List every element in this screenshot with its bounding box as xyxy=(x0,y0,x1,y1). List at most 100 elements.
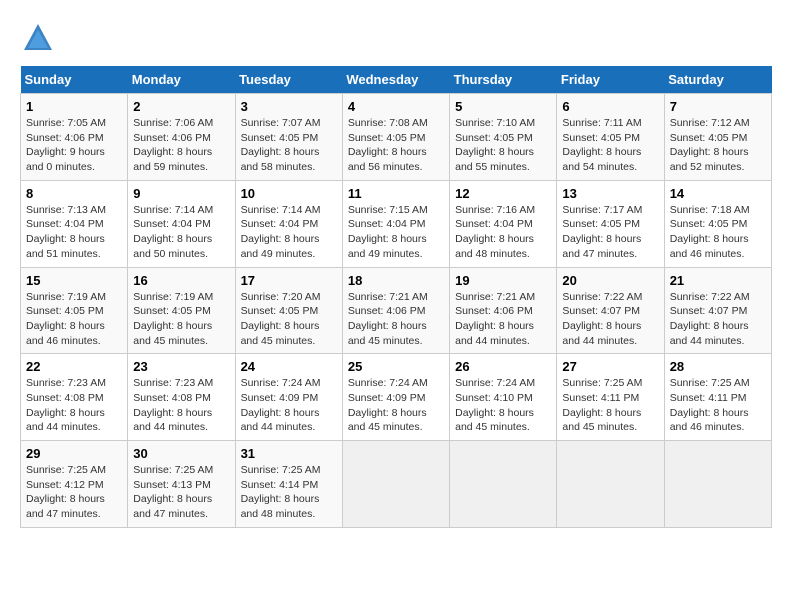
day-detail: Sunrise: 7:25 AM Sunset: 4:11 PM Dayligh… xyxy=(670,376,766,435)
day-detail: Sunrise: 7:17 AM Sunset: 4:05 PM Dayligh… xyxy=(562,203,658,262)
day-detail: Sunrise: 7:06 AM Sunset: 4:06 PM Dayligh… xyxy=(133,116,229,175)
logo-icon xyxy=(20,20,56,56)
day-detail: Sunrise: 7:24 AM Sunset: 4:09 PM Dayligh… xyxy=(241,376,337,435)
day-number: 11 xyxy=(348,186,444,201)
calendar-week-4: 22 Sunrise: 7:23 AM Sunset: 4:08 PM Dayli… xyxy=(21,354,772,441)
col-header-monday: Monday xyxy=(128,66,235,94)
calendar-cell: 26 Sunrise: 7:24 AM Sunset: 4:10 PM Dayli… xyxy=(450,354,557,441)
day-detail: Sunrise: 7:16 AM Sunset: 4:04 PM Dayligh… xyxy=(455,203,551,262)
calendar-cell: 20 Sunrise: 7:22 AM Sunset: 4:07 PM Dayli… xyxy=(557,267,664,354)
calendar-cell: 24 Sunrise: 7:24 AM Sunset: 4:09 PM Dayli… xyxy=(235,354,342,441)
calendar-cell: 30Sunrise: 7:25 AM Sunset: 4:13 PM Dayli… xyxy=(128,441,235,528)
day-number: 31 xyxy=(241,446,337,461)
calendar-cell: 3 Sunrise: 7:07 AM Sunset: 4:05 PM Daylig… xyxy=(235,94,342,181)
day-number: 17 xyxy=(241,273,337,288)
calendar-cell: 27 Sunrise: 7:25 AM Sunset: 4:11 PM Dayli… xyxy=(557,354,664,441)
day-number: 20 xyxy=(562,273,658,288)
calendar-cell: 13 Sunrise: 7:17 AM Sunset: 4:05 PM Dayli… xyxy=(557,180,664,267)
calendar-cell: 23 Sunrise: 7:23 AM Sunset: 4:08 PM Dayli… xyxy=(128,354,235,441)
calendar-week-3: 15 Sunrise: 7:19 AM Sunset: 4:05 PM Dayli… xyxy=(21,267,772,354)
day-detail: Sunrise: 7:14 AM Sunset: 4:04 PM Dayligh… xyxy=(133,203,229,262)
day-detail: Sunrise: 7:22 AM Sunset: 4:07 PM Dayligh… xyxy=(670,290,766,349)
day-detail: Sunrise: 7:11 AM Sunset: 4:05 PM Dayligh… xyxy=(562,116,658,175)
day-detail: Sunrise: 7:14 AM Sunset: 4:04 PM Dayligh… xyxy=(241,203,337,262)
day-detail: Sunrise: 7:05 AM Sunset: 4:06 PM Dayligh… xyxy=(26,116,122,175)
calendar-cell xyxy=(342,441,449,528)
day-detail: Sunrise: 7:21 AM Sunset: 4:06 PM Dayligh… xyxy=(455,290,551,349)
calendar-cell: 10 Sunrise: 7:14 AM Sunset: 4:04 PM Dayli… xyxy=(235,180,342,267)
day-detail: Sunrise: 7:24 AM Sunset: 4:09 PM Dayligh… xyxy=(348,376,444,435)
day-number: 22 xyxy=(26,359,122,374)
calendar-cell: 14Sunrise: 7:18 AM Sunset: 4:05 PM Dayli… xyxy=(664,180,771,267)
day-number: 19 xyxy=(455,273,551,288)
day-number: 8 xyxy=(26,186,122,201)
day-detail: Sunrise: 7:10 AM Sunset: 4:05 PM Dayligh… xyxy=(455,116,551,175)
day-number: 7 xyxy=(670,99,766,114)
calendar-cell: 2 Sunrise: 7:06 AM Sunset: 4:06 PM Daylig… xyxy=(128,94,235,181)
day-detail: Sunrise: 7:25 AM Sunset: 4:12 PM Dayligh… xyxy=(26,463,122,522)
day-number: 4 xyxy=(348,99,444,114)
day-detail: Sunrise: 7:12 AM Sunset: 4:05 PM Dayligh… xyxy=(670,116,766,175)
day-number: 5 xyxy=(455,99,551,114)
calendar-cell: 31 Sunrise: 7:25 AM Sunset: 4:14 PM Dayli… xyxy=(235,441,342,528)
day-detail: Sunrise: 7:21 AM Sunset: 4:06 PM Dayligh… xyxy=(348,290,444,349)
calendar-cell: 1 Sunrise: 7:05 AM Sunset: 4:06 PM Daylig… xyxy=(21,94,128,181)
day-detail: Sunrise: 7:24 AM Sunset: 4:10 PM Dayligh… xyxy=(455,376,551,435)
calendar-cell: 5 Sunrise: 7:10 AM Sunset: 4:05 PM Daylig… xyxy=(450,94,557,181)
day-number: 29 xyxy=(26,446,122,461)
calendar-cell: 18 Sunrise: 7:21 AM Sunset: 4:06 PM Dayli… xyxy=(342,267,449,354)
day-detail: Sunrise: 7:25 AM Sunset: 4:13 PM Dayligh… xyxy=(133,463,229,522)
day-detail: Sunrise: 7:08 AM Sunset: 4:05 PM Dayligh… xyxy=(348,116,444,175)
calendar-cell xyxy=(450,441,557,528)
day-number: 24 xyxy=(241,359,337,374)
day-number: 27 xyxy=(562,359,658,374)
day-number: 26 xyxy=(455,359,551,374)
day-detail: Sunrise: 7:20 AM Sunset: 4:05 PM Dayligh… xyxy=(241,290,337,349)
day-number: 28 xyxy=(670,359,766,374)
col-header-saturday: Saturday xyxy=(664,66,771,94)
calendar-cell: 11 Sunrise: 7:15 AM Sunset: 4:04 PM Dayli… xyxy=(342,180,449,267)
calendar-cell xyxy=(557,441,664,528)
day-number: 21 xyxy=(670,273,766,288)
logo xyxy=(20,20,62,56)
day-number: 10 xyxy=(241,186,337,201)
day-number: 18 xyxy=(348,273,444,288)
day-detail: Sunrise: 7:23 AM Sunset: 4:08 PM Dayligh… xyxy=(26,376,122,435)
calendar-header: SundayMondayTuesdayWednesdayThursdayFrid… xyxy=(21,66,772,94)
day-number: 13 xyxy=(562,186,658,201)
col-header-thursday: Thursday xyxy=(450,66,557,94)
day-detail: Sunrise: 7:19 AM Sunset: 4:05 PM Dayligh… xyxy=(133,290,229,349)
calendar-cell: 29 Sunrise: 7:25 AM Sunset: 4:12 PM Dayli… xyxy=(21,441,128,528)
col-header-sunday: Sunday xyxy=(21,66,128,94)
calendar-cell: 21 Sunrise: 7:22 AM Sunset: 4:07 PM Dayli… xyxy=(664,267,771,354)
day-number: 12 xyxy=(455,186,551,201)
col-header-tuesday: Tuesday xyxy=(235,66,342,94)
day-number: 15 xyxy=(26,273,122,288)
calendar-cell xyxy=(664,441,771,528)
day-number: 23 xyxy=(133,359,229,374)
day-number: 2 xyxy=(133,99,229,114)
day-detail: Sunrise: 7:25 AM Sunset: 4:11 PM Dayligh… xyxy=(562,376,658,435)
day-detail: Sunrise: 7:25 AM Sunset: 4:14 PM Dayligh… xyxy=(241,463,337,522)
calendar-cell: 17 Sunrise: 7:20 AM Sunset: 4:05 PM Dayli… xyxy=(235,267,342,354)
day-number: 16 xyxy=(133,273,229,288)
calendar-week-2: 8 Sunrise: 7:13 AM Sunset: 4:04 PM Daylig… xyxy=(21,180,772,267)
day-detail: Sunrise: 7:15 AM Sunset: 4:04 PM Dayligh… xyxy=(348,203,444,262)
col-header-wednesday: Wednesday xyxy=(342,66,449,94)
calendar-cell: 7 Sunrise: 7:12 AM Sunset: 4:05 PM Daylig… xyxy=(664,94,771,181)
calendar-cell: 9Sunrise: 7:14 AM Sunset: 4:04 PM Daylig… xyxy=(128,180,235,267)
calendar-table: SundayMondayTuesdayWednesdayThursdayFrid… xyxy=(20,66,772,528)
calendar-cell: 16 Sunrise: 7:19 AM Sunset: 4:05 PM Dayli… xyxy=(128,267,235,354)
calendar-cell: 22 Sunrise: 7:23 AM Sunset: 4:08 PM Dayli… xyxy=(21,354,128,441)
day-number: 6 xyxy=(562,99,658,114)
header xyxy=(20,20,772,56)
day-number: 3 xyxy=(241,99,337,114)
day-detail: Sunrise: 7:23 AM Sunset: 4:08 PM Dayligh… xyxy=(133,376,229,435)
calendar-cell: 8 Sunrise: 7:13 AM Sunset: 4:04 PM Daylig… xyxy=(21,180,128,267)
day-detail: Sunrise: 7:13 AM Sunset: 4:04 PM Dayligh… xyxy=(26,203,122,262)
calendar-cell: 28 Sunrise: 7:25 AM Sunset: 4:11 PM Dayli… xyxy=(664,354,771,441)
day-detail: Sunrise: 7:07 AM Sunset: 4:05 PM Dayligh… xyxy=(241,116,337,175)
day-detail: Sunrise: 7:22 AM Sunset: 4:07 PM Dayligh… xyxy=(562,290,658,349)
day-number: 1 xyxy=(26,99,122,114)
calendar-cell: 15Sunrise: 7:19 AM Sunset: 4:05 PM Dayli… xyxy=(21,267,128,354)
